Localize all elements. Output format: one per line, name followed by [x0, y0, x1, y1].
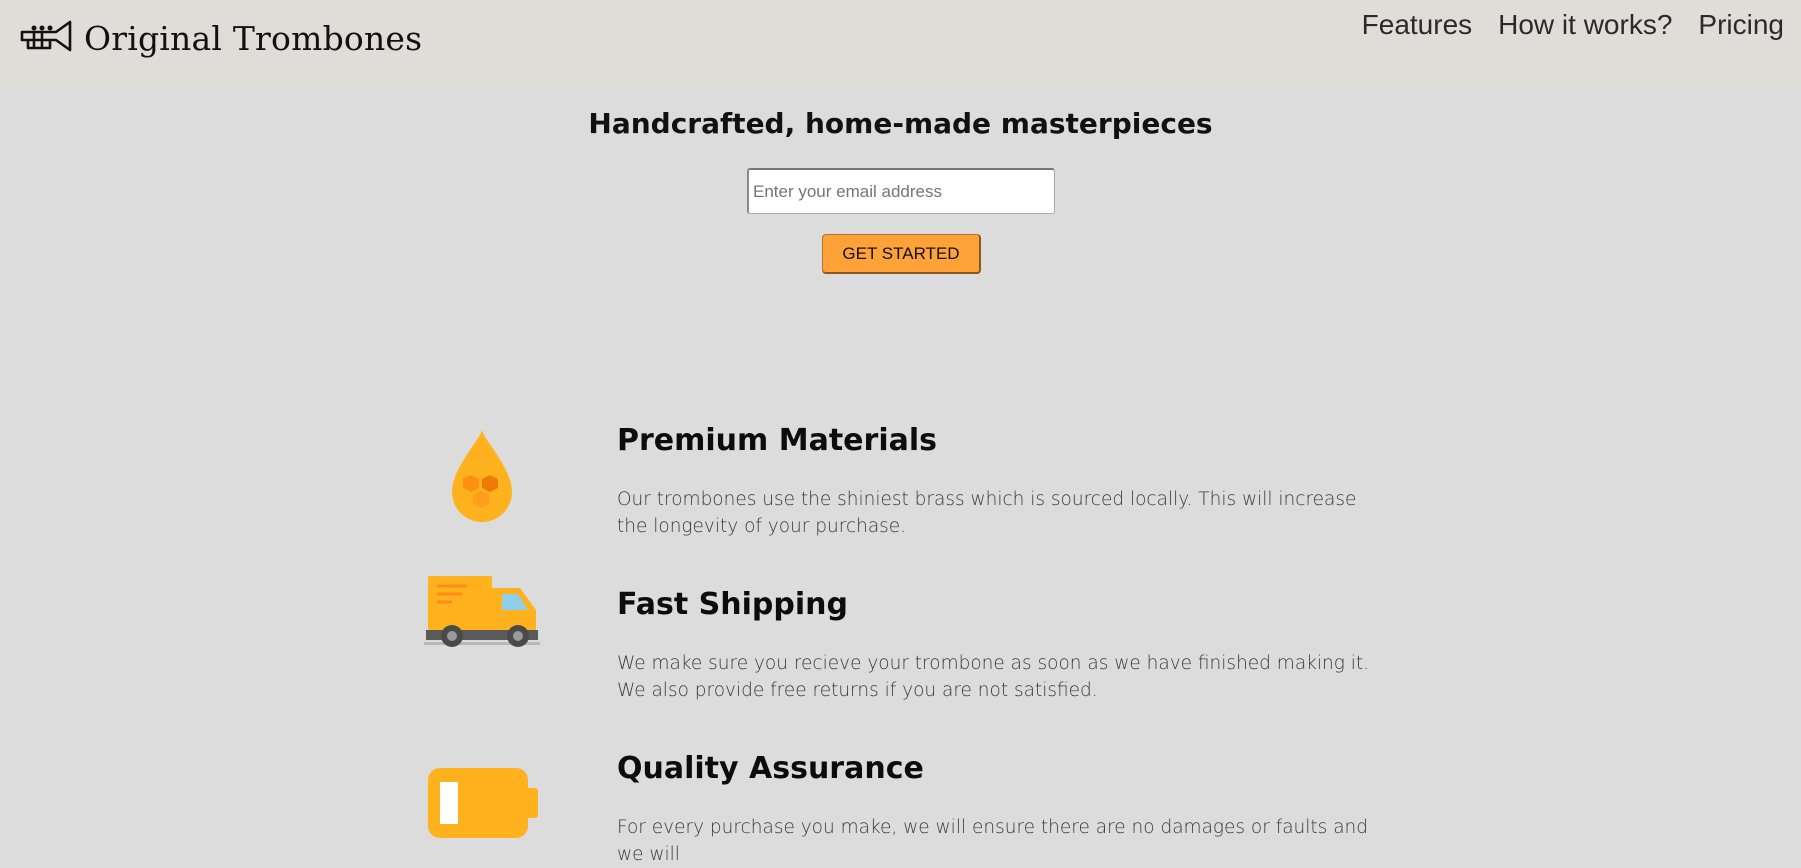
trombone-icon: [20, 18, 74, 58]
logo[interactable]: Original Trombones: [20, 14, 422, 62]
feature-title: Fast Shipping: [617, 587, 848, 622]
feature-description: For every purchase you make, we will ens…: [617, 817, 1369, 865]
battery-icon: [422, 766, 542, 846]
feature-description: Our trombones use the shiniest brass whi…: [617, 489, 1357, 537]
feature-title: Premium Materials: [617, 423, 937, 458]
brass-drop-icon: [422, 428, 542, 526]
logo-text: Original Trombones: [84, 18, 423, 58]
nav-link-how-it-works[interactable]: How it works?: [1472, 8, 1672, 42]
email-input[interactable]: [747, 168, 1055, 214]
get-started-button[interactable]: GET STARTED: [822, 234, 981, 274]
hero-title: Handcrafted, home-made masterpieces: [588, 107, 1213, 140]
feature-description: We make sure you recieve your trombone a…: [617, 653, 1369, 701]
nav-link-features[interactable]: Features: [1336, 8, 1473, 42]
site-header: Original Trombones Features How it works…: [0, 0, 1801, 90]
nav-link-pricing[interactable]: Pricing: [1672, 8, 1784, 42]
main-nav: Features How it works? Pricing: [1336, 8, 1784, 42]
feature-title: Quality Assurance: [617, 751, 924, 786]
delivery-truck-icon: [422, 574, 542, 652]
